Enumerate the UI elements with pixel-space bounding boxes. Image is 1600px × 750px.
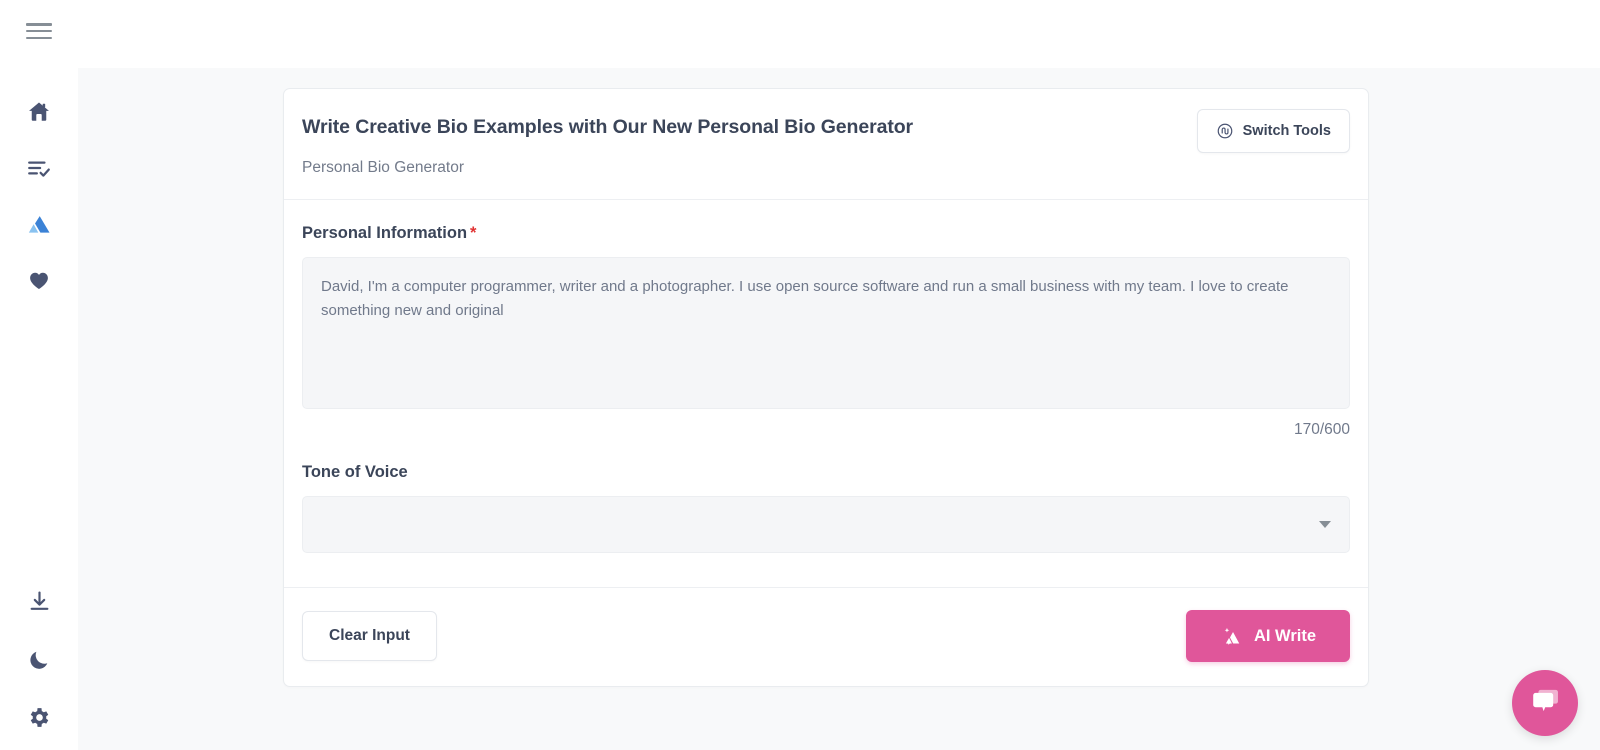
sidebar [0,0,78,750]
hamburger-line [26,37,52,40]
switch-circle-icon [1216,122,1234,140]
home-icon [26,99,52,125]
chevron-down-icon [1319,521,1331,528]
personal-information-label-text: Personal Information [302,224,467,242]
sidebar-item-home[interactable] [24,97,54,127]
clear-input-button[interactable]: Clear Input [302,611,437,661]
download-icon [27,589,52,614]
chat-widget-button[interactable] [1512,670,1578,736]
sidebar-item-download[interactable] [24,586,54,616]
card-header: Write Creative Bio Examples with Our New… [284,89,1368,200]
sidebar-item-favorites[interactable] [24,265,54,295]
personal-information-label: Personal Information* [302,224,1350,243]
tool-card: Write Creative Bio Examples with Our New… [283,88,1369,687]
sidebar-item-dark-mode[interactable] [24,644,54,674]
moon-icon [27,647,52,672]
app-root: Write Creative Bio Examples with Our New… [0,0,1600,750]
mountain-logo-icon [25,210,53,238]
card-footer: Clear Input AI Write [284,588,1368,686]
switch-tools-button[interactable]: Switch Tools [1197,109,1350,153]
tone-of-voice-select[interactable] [302,496,1350,553]
tone-of-voice-label: Tone of Voice [302,463,1350,482]
sidebar-item-ai-tools[interactable] [24,209,54,239]
tool-name-subtitle: Personal Bio Generator [302,159,1350,177]
personal-information-textarea[interactable] [302,257,1350,409]
hamburger-menu-icon[interactable] [26,20,52,42]
switch-tools-label: Switch Tools [1243,123,1331,139]
ai-sparkle-mountain-icon [1220,625,1242,647]
hamburger-line [26,30,52,33]
ai-write-button[interactable]: AI Write [1186,610,1350,662]
ai-write-label: AI Write [1254,627,1316,646]
required-marker: * [470,224,476,242]
sidebar-nav [24,97,54,295]
sidebar-item-tasks[interactable] [24,153,54,183]
page-title: Write Creative Bio Examples with Our New… [302,115,1350,139]
card-body: Personal Information* 170/600 Tone of Vo… [284,200,1368,588]
chat-bubbles-icon [1528,684,1562,723]
sidebar-bottom-nav [0,586,78,732]
task-list-check-icon [26,155,52,181]
heart-icon [26,267,52,293]
sidebar-item-settings[interactable] [24,702,54,732]
character-counter: 170/600 [302,421,1350,439]
hamburger-line [26,23,52,26]
gear-icon [27,705,52,730]
content-stage: Write Creative Bio Examples with Our New… [78,68,1600,750]
